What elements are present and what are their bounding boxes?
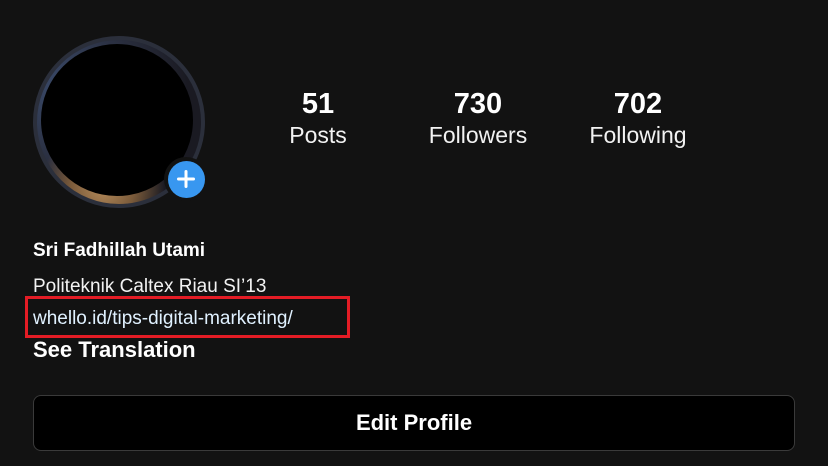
following-count: 702 [613,88,663,120]
profile-name: Sri Fadhillah Utami [33,240,206,261]
posts-stat[interactable]: 51 Posts [238,86,398,150]
see-translation-link[interactable]: See Translation [33,336,196,364]
add-story-button[interactable] [164,157,208,201]
posts-count: 51 [301,88,335,120]
followers-label: Followers [428,122,528,148]
avatar[interactable] [33,36,208,208]
followers-stat[interactable]: 730 Followers [398,86,558,150]
following-stat[interactable]: 702 Following [558,86,718,150]
plus-icon [167,160,205,198]
followers-count: 730 [453,88,503,120]
following-label: Following [589,122,687,148]
posts-label: Posts [289,122,347,148]
profile-screen: 51 Posts 730 Followers 702 Following Sri… [0,0,828,466]
profile-link[interactable]: whello.id/tips-digital-marketing/ [33,306,293,332]
edit-profile-button[interactable]: Edit Profile [33,395,795,451]
